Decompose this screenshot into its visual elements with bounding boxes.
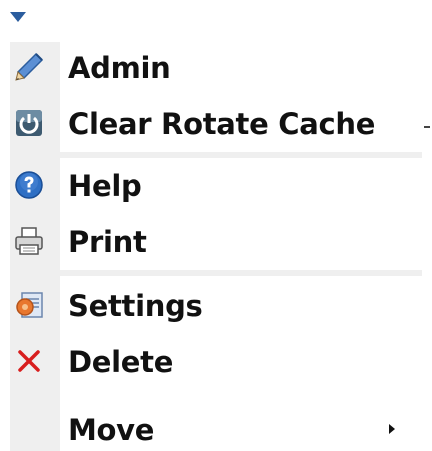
menu-item-print[interactable]: Print	[10, 216, 422, 268]
settings-icon	[14, 290, 44, 320]
menu-item-move[interactable]: Move	[10, 404, 422, 451]
menu-item-label: Print	[68, 225, 147, 259]
menu-item-label: Admin	[68, 51, 171, 85]
delete-icon	[14, 346, 44, 376]
menu-item-label: Move	[68, 413, 155, 447]
pencil-icon	[14, 52, 44, 82]
menu-item-label: Clear Rotate Cache	[68, 107, 376, 141]
menu-item-delete[interactable]: Delete	[10, 336, 422, 388]
rotate-icon	[14, 108, 44, 138]
menu-item-label: Delete	[68, 345, 174, 379]
menu-item-clear-rotate-cache[interactable]: Clear Rotate Cache	[10, 98, 422, 150]
menu-screen: Admin Clear Rotate Cache Help Print Sett…	[0, 0, 432, 451]
menu-item-admin[interactable]: Admin	[10, 42, 422, 94]
submenu-arrow-icon	[389, 424, 395, 434]
dropdown-arrow-icon[interactable]	[10, 12, 26, 22]
printer-icon	[14, 226, 44, 256]
menu-item-label: Help	[68, 169, 142, 203]
help-icon	[14, 170, 44, 200]
menu-separator	[60, 270, 422, 276]
menu-separator	[60, 152, 422, 158]
divider-tick	[424, 126, 430, 128]
menu-item-help[interactable]: Help	[10, 160, 422, 212]
context-menu: Admin Clear Rotate Cache Help Print Sett…	[10, 42, 422, 451]
menu-item-settings[interactable]: Settings	[10, 280, 422, 332]
menu-item-label: Settings	[68, 289, 203, 323]
